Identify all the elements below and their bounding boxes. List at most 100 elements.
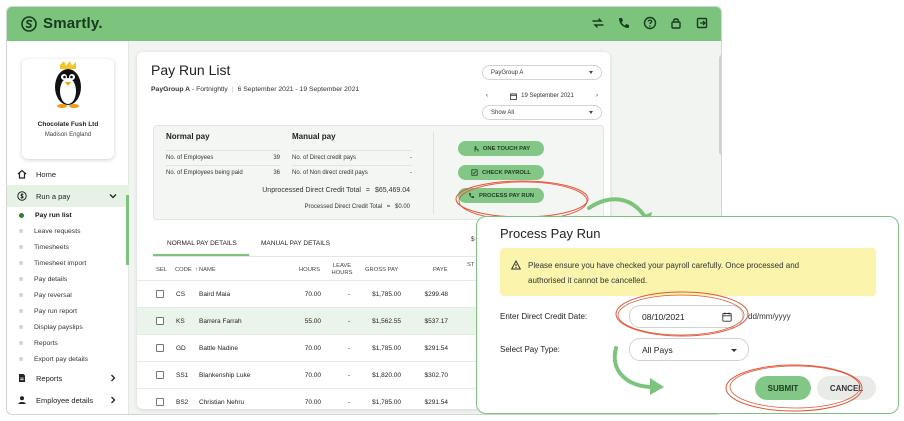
date-navigator: ‹ 19 September 2021 › (482, 89, 602, 103)
app-name: Smartly. (43, 15, 103, 32)
logout-icon[interactable] (695, 16, 709, 30)
top-bar: Smartly. (7, 7, 721, 41)
col-gross-pay[interactable]: GROSS PAY (365, 267, 398, 273)
button-label: ONE TOUCH PAY (482, 145, 531, 152)
dialog-title: Process Pay Run (500, 226, 601, 241)
equals-sign: = (365, 187, 370, 194)
next-date-button[interactable]: › (596, 93, 598, 99)
cell-name: Christian Nehru (199, 399, 245, 406)
sidebar-item-reports[interactable]: Reports (7, 367, 129, 389)
sidebar-item-home[interactable]: Home (7, 163, 129, 185)
divider: | (231, 86, 234, 93)
bullet-icon (19, 341, 23, 345)
date-format-hint: dd/mm/yyyy (748, 312, 791, 321)
sidebar-subitem-display-payslips[interactable]: Display payslips (7, 319, 129, 335)
logo[interactable]: Smartly. (21, 15, 103, 32)
caret-down-icon (589, 111, 593, 114)
row-checkbox[interactable] (156, 398, 164, 406)
sidebar-subitem-pay-details[interactable]: Pay details (7, 271, 129, 287)
direct-credit-date-label: Enter Direct Credit Date: (500, 312, 588, 321)
check-payroll-button[interactable]: CHECK PAYROLL (458, 165, 544, 180)
pay-type-label: Select Pay Type: (500, 345, 560, 354)
summary-divider (433, 132, 434, 214)
one-touch-pay-button[interactable]: ONE TOUCH PAY (458, 141, 544, 156)
col-st[interactable]: ST (467, 262, 474, 268)
page-scrollbar[interactable] (719, 55, 721, 155)
sidebar-subitem-pay-run-list[interactable]: Pay run list (7, 207, 129, 223)
col-leave-hours[interactable]: LEAVE HOURS (330, 263, 354, 277)
sidebar-subitem-reports[interactable]: Reports (7, 335, 129, 351)
row-checkbox[interactable] (156, 344, 164, 352)
help-icon[interactable] (643, 16, 657, 30)
process-pay-run-button[interactable]: PROCESS PAY RUN (458, 188, 544, 203)
cell-code: KS (176, 318, 185, 325)
col-name[interactable]: NAME (199, 267, 216, 273)
touch-icon (474, 146, 479, 152)
sidebar-item-label: Export pay details (34, 355, 89, 363)
warning-text-line2: authorised it cannot be cancelled. (528, 276, 648, 285)
direct-credit-date-input[interactable]: 08/10/2021 (629, 305, 743, 328)
col-paye[interactable]: PAYE (433, 267, 448, 273)
paygroup-select[interactable]: PayGroup A (482, 65, 602, 80)
home-icon (17, 169, 27, 179)
document-icon (19, 374, 25, 382)
row-checkbox[interactable] (156, 317, 164, 325)
manual-pay-summary: Manual pay No. of Direct credit pays - No… (292, 132, 412, 180)
sidebar-subitem-leave-requests[interactable]: Leave requests (7, 223, 129, 239)
company-location: Madison England (44, 132, 92, 138)
sidebar-item-label: Home (36, 169, 57, 179)
normal-pay-title: Normal pay (166, 132, 210, 141)
warning-text-line1: Please ensure you have checked your payr… (528, 261, 800, 270)
row-checkbox[interactable] (156, 371, 164, 379)
paygroup-frequency: - Fortnightly (191, 86, 228, 93)
cell-leave: - (348, 291, 351, 298)
pay-period-info: PayGroup A - Fortnightly | 6 September 202… (151, 86, 359, 93)
cell-hours: 70.00 (304, 372, 321, 379)
row-checkbox[interactable] (156, 290, 164, 298)
sidebar-subitem-pay-reversal[interactable]: Pay reversal (7, 287, 129, 303)
prev-date-button[interactable]: ‹ (486, 93, 488, 99)
cell-code: GD (176, 345, 186, 352)
company-card[interactable]: Chocolate Fush Ltd Madison England (22, 59, 114, 159)
show-filter-select[interactable]: Show All (482, 105, 602, 120)
sidebar-item-run-a-pay[interactable]: Run a pay (7, 185, 129, 207)
sidebar-subitem-export-pay-details[interactable]: Export pay details (7, 351, 129, 367)
sidebar-subitem-timesheets[interactable]: Timesheets (7, 239, 129, 255)
smartly-logo-icon (21, 15, 37, 32)
tab-manual-pay-details[interactable]: MANUAL PAY DETAILS (261, 240, 330, 247)
pay-type-select[interactable]: All Pays (629, 338, 749, 361)
cell-gross: $1,785.00 (372, 345, 401, 352)
sidebar-subitem-timesheet-import[interactable]: Timesheet import (7, 255, 129, 271)
tab-normal-pay-details[interactable]: NORMAL PAY DETAILS (167, 240, 237, 247)
date-input-value: 08/10/2021 (642, 311, 685, 322)
warning-banner: Please ensure you have checked your payr… (500, 248, 876, 296)
cancel-button[interactable]: CANCEL (817, 376, 876, 400)
sidebar-nav: Home Run a pay Pay run list Leave reques… (7, 163, 129, 411)
calendar-icon[interactable] (722, 312, 732, 322)
summary-row: No. of Direct credit pays - (292, 150, 412, 165)
col-hours[interactable]: HOURS (299, 267, 320, 273)
submit-button[interactable]: SUBMIT (755, 376, 811, 400)
summary-row: No. of Employees being paid 36 (166, 165, 280, 180)
lock-icon[interactable] (669, 16, 683, 30)
bullet-icon (19, 325, 23, 329)
sort-arrow-icon[interactable]: ↑ (195, 267, 198, 273)
process-pay-run-dialog: Process Pay Run Please ensure you have c… (476, 216, 899, 414)
cell-paye: $302.70 (424, 372, 449, 379)
sidebar-item-employee-details[interactable]: Employee details (7, 389, 129, 411)
chevron-right-icon (111, 396, 116, 404)
phone-icon[interactable] (617, 16, 631, 30)
cell-code: SS1 (176, 372, 189, 379)
bullet-icon (19, 229, 23, 233)
cell-hours: 70.00 (304, 291, 321, 298)
caret-down-icon (589, 71, 593, 74)
swap-icon[interactable] (591, 16, 605, 30)
col-code[interactable]: CODE (175, 267, 192, 273)
cell-hours: 70.00 (304, 399, 321, 406)
cell-paye: $291.54 (424, 399, 449, 406)
summary-label: No. of Employees being paid (166, 170, 243, 176)
pay-period: 6 September 2021 - 19 September 2021 (237, 86, 360, 93)
sidebar-subitem-pay-run-report[interactable]: Pay run report (7, 303, 129, 319)
summary-label: No. of Direct credit pays (292, 155, 357, 161)
date-display[interactable]: 19 September 2021 (510, 92, 574, 100)
